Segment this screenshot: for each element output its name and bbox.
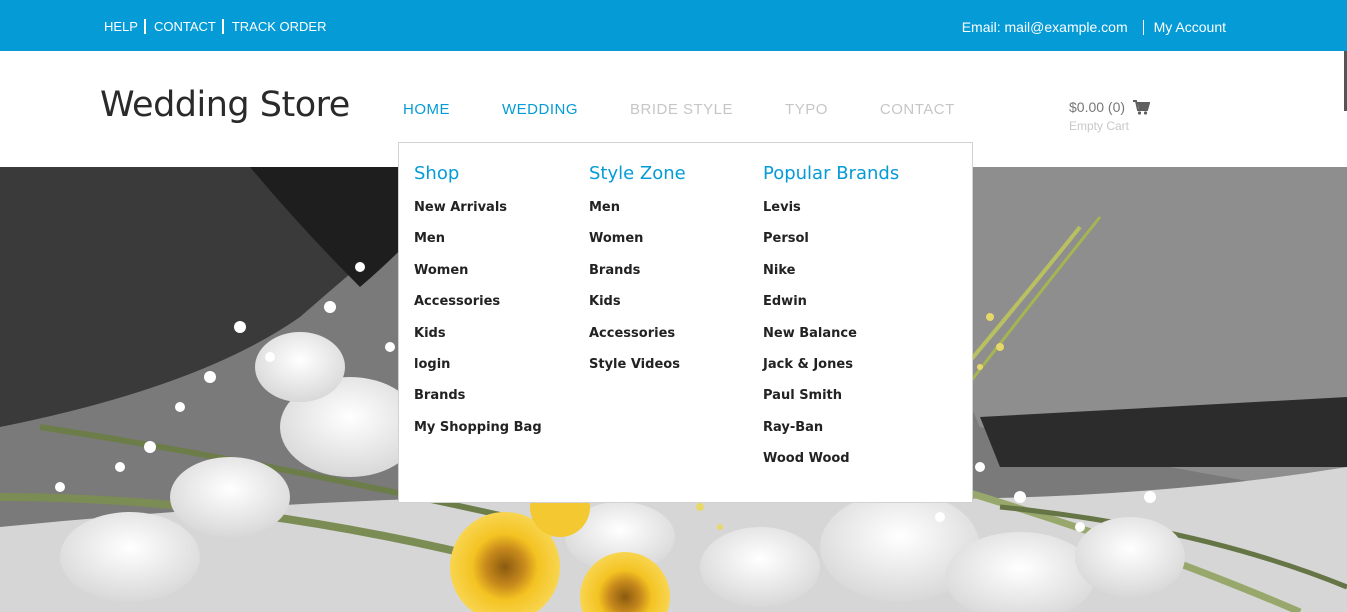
menu-item[interactable]: Levis xyxy=(763,200,899,231)
cart-amount-row: $0.00 (0) xyxy=(1069,99,1151,115)
divider xyxy=(221,19,224,34)
nav-contact[interactable]: CONTACT xyxy=(880,101,955,118)
top-right-links: Email: mail@example.com My Account xyxy=(962,19,1226,35)
menu-list: New Arrivals Men Women Accessories Kids … xyxy=(414,200,542,451)
menu-item[interactable]: Accessories xyxy=(414,294,542,325)
menu-column-title: Popular Brands xyxy=(763,163,900,184)
menu-item[interactable]: Women xyxy=(414,263,542,294)
menu-item[interactable]: login xyxy=(414,357,542,388)
my-account-link[interactable]: My Account xyxy=(1154,19,1226,35)
cart-widget[interactable]: $0.00 (0) Empty Cart xyxy=(1069,99,1151,133)
cart-amount: $0.00 (0) xyxy=(1069,99,1126,115)
divider xyxy=(1142,19,1144,35)
menu-column-title: Shop xyxy=(414,163,460,184)
menu-column-shop: Shop New Arrivals Men Women Accessories … xyxy=(414,163,542,451)
nav-bride-style[interactable]: BRIDE STYLE xyxy=(630,101,733,118)
cart-status: Empty Cart xyxy=(1069,119,1130,133)
menu-item[interactable]: Wood Wood xyxy=(763,451,899,482)
menu-list: Levis Persol Nike Edwin New Balance Jack… xyxy=(763,200,899,483)
menu-item[interactable]: Ray-Ban xyxy=(763,420,899,451)
top-links: HELP CONTACT TRACK ORDER xyxy=(104,19,326,34)
menu-column-style-zone: Style Zone Men Women Brands Kids Accesso… xyxy=(589,163,686,388)
contact-link[interactable]: CONTACT xyxy=(154,19,216,34)
menu-item[interactable]: Jack & Jones xyxy=(763,357,899,388)
shopping-cart-icon[interactable] xyxy=(1133,99,1151,115)
menu-item[interactable]: Women xyxy=(589,231,686,262)
menu-item[interactable]: Paul Smith xyxy=(763,388,899,419)
menu-item[interactable]: New Arrivals xyxy=(414,200,542,231)
main-nav: HOME WEDDING BRIDE STYLE TYPO CONTACT xyxy=(403,101,1007,118)
nav-home[interactable]: HOME xyxy=(403,101,450,118)
menu-item[interactable]: Men xyxy=(589,200,686,231)
nav-typo[interactable]: TYPO xyxy=(785,101,828,118)
menu-item[interactable]: Brands xyxy=(414,388,542,419)
nav-wedding[interactable]: WEDDING xyxy=(502,101,578,118)
divider xyxy=(143,19,146,34)
wedding-dropdown-menu: Shop New Arrivals Men Women Accessories … xyxy=(398,142,973,503)
store-logo[interactable]: Wedding Store xyxy=(100,85,350,125)
menu-item[interactable]: New Balance xyxy=(763,326,899,357)
top-bar: HELP CONTACT TRACK ORDER Email: mail@exa… xyxy=(0,0,1347,51)
track-order-link[interactable]: TRACK ORDER xyxy=(232,19,327,34)
menu-item[interactable]: Edwin xyxy=(763,294,899,325)
menu-item[interactable]: Brands xyxy=(589,263,686,294)
menu-item[interactable]: My Shopping Bag xyxy=(414,420,542,451)
menu-item[interactable]: Kids xyxy=(414,326,542,357)
menu-list: Men Women Brands Kids Accessories Style … xyxy=(589,200,686,388)
menu-column-popular-brands: Popular Brands Levis Persol Nike Edwin N… xyxy=(763,163,899,483)
email-text: Email: mail@example.com xyxy=(961,19,1128,35)
help-link[interactable]: HELP xyxy=(104,19,138,34)
menu-item[interactable]: Men xyxy=(414,231,542,262)
menu-item[interactable]: Persol xyxy=(763,231,899,262)
menu-item[interactable]: Style Videos xyxy=(589,357,686,388)
menu-item[interactable]: Accessories xyxy=(589,326,686,357)
menu-item[interactable]: Nike xyxy=(763,263,899,294)
menu-column-title: Style Zone xyxy=(589,163,686,184)
menu-item[interactable]: Kids xyxy=(589,294,686,325)
